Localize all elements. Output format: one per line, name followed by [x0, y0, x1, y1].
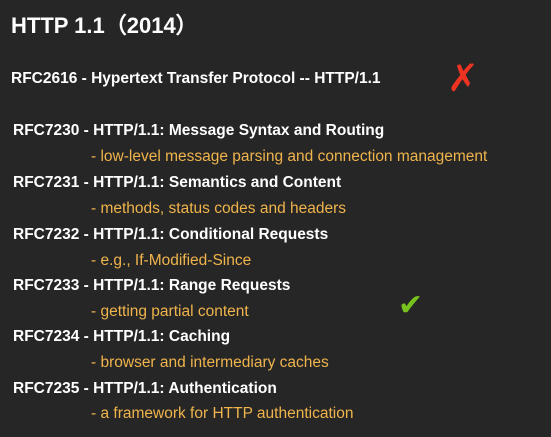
rfc2616-title: RFC2616 - Hypertext Transfer Protocol --…: [11, 70, 381, 87]
rfc7233-description: - getting partial content: [91, 303, 249, 320]
rfc7232-title: RFC7232 - HTTP/1.1: Conditional Requests: [13, 226, 329, 243]
rfc7230-title: RFC7230 - HTTP/1.1: Message Syntax and R…: [13, 122, 385, 139]
rfc7231-title: RFC7231 - HTTP/1.1: Semantics and Conten…: [13, 174, 342, 191]
checkmark-icon: ✔: [398, 288, 424, 323]
rfc7234-title: RFC7234 - HTTP/1.1: Caching: [13, 328, 231, 345]
rfc7235-title: RFC7235 - HTTP/1.1: Authentication: [13, 380, 277, 397]
rfc7230-description: - low-level message parsing and connecti…: [91, 148, 488, 165]
slide: HTTP 1.1（2014） RFC2616 - Hypertext Trans…: [0, 0, 551, 437]
rfc7231-description: - methods, status codes and headers: [91, 200, 347, 217]
rfc7235-description: - a framework for HTTP authentication: [91, 405, 354, 422]
rfc7233-title: RFC7233 - HTTP/1.1: Range Requests: [13, 277, 291, 294]
slide-title: HTTP 1.1（2014）: [11, 13, 198, 38]
cross-icon: ✗: [447, 56, 479, 100]
rfc7232-description: - e.g., If-Modified-Since: [91, 252, 252, 269]
rfc7234-description: - browser and intermediary caches: [91, 354, 329, 371]
